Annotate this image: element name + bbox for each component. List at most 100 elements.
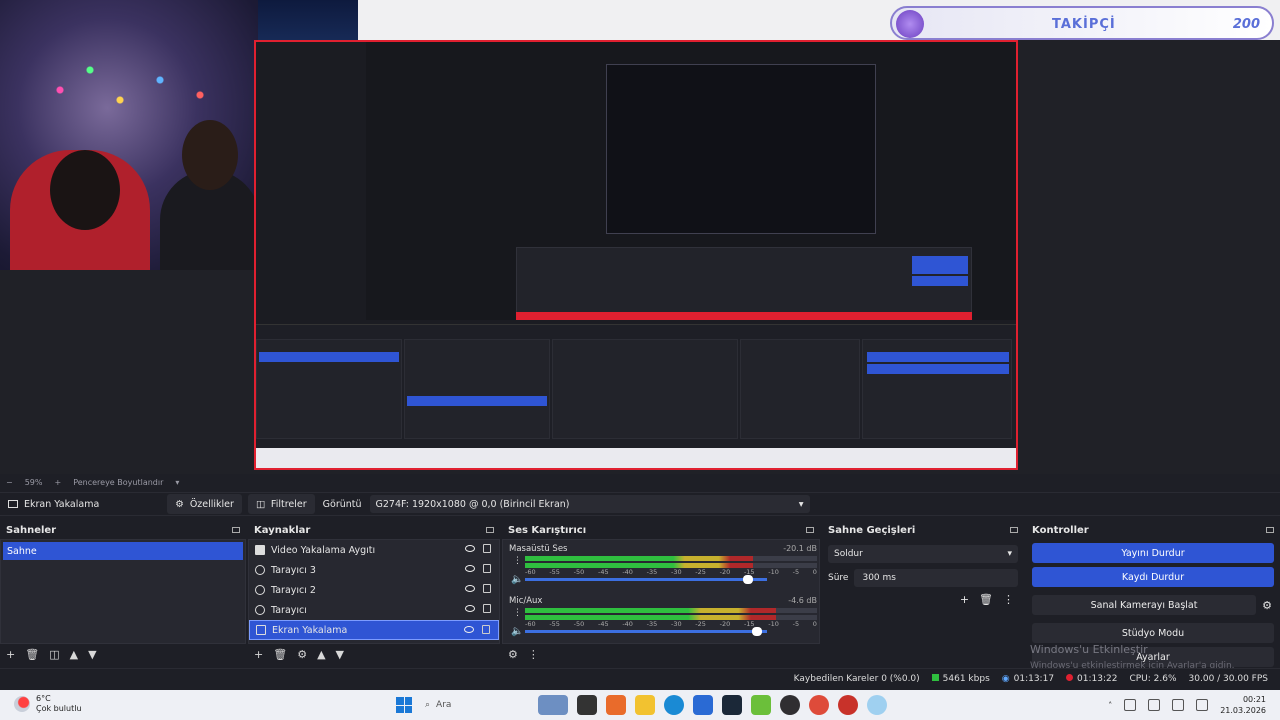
stop-stream-button[interactable]: Yayını Durdur xyxy=(1032,543,1274,563)
battery-icon[interactable] xyxy=(1196,699,1209,711)
recursive-taskbar xyxy=(256,448,1016,468)
store-app-icon[interactable] xyxy=(693,695,713,715)
taskbar-search[interactable]: ⌕ Ara xyxy=(421,694,529,716)
virtual-cam-button[interactable]: Sanal Kamerayı Başlat xyxy=(1032,595,1257,615)
trash-icon[interactable]: 🗑 xyxy=(979,593,993,606)
chevron-up-icon[interactable]: ˄ xyxy=(1108,701,1112,710)
weather-widget[interactable]: 6°C Çok bulutlu xyxy=(14,694,82,714)
more-icon[interactable]: ⋮ xyxy=(513,608,522,618)
source-item-screen-capture[interactable]: Ekran Yakalama xyxy=(249,620,499,640)
settings-app-icon[interactable] xyxy=(867,695,887,715)
meter-tick: 0 xyxy=(812,568,817,576)
terminal-app-icon[interactable] xyxy=(577,695,597,715)
speaker-icon[interactable]: 🔈 xyxy=(511,574,523,585)
lock-icon[interactable] xyxy=(483,584,491,593)
filters-button[interactable]: ◫ Filtreler xyxy=(247,494,315,514)
network-icon[interactable] xyxy=(1124,699,1137,711)
eye-icon[interactable] xyxy=(465,605,475,612)
arrow-up-icon[interactable]: ▲ xyxy=(317,648,325,661)
edge-app-icon[interactable] xyxy=(664,695,684,715)
eye-icon[interactable] xyxy=(464,626,474,633)
transitions-title: Sahne Geçişleri xyxy=(828,524,916,536)
lock-icon[interactable] xyxy=(483,604,491,613)
volume-icon[interactable] xyxy=(1172,699,1185,711)
filter-icon[interactable]: ◫ xyxy=(49,648,59,661)
trash-icon[interactable]: 🗑 xyxy=(25,648,39,661)
selected-source-frame[interactable] xyxy=(254,40,1018,470)
mixer-channel-mic: Mic/Aux -4.6 dB ⋮ -60 -55 -50 -45 -40 -35 -30-… xyxy=(507,596,817,644)
scene-item[interactable]: Sahne xyxy=(3,542,243,560)
meter-tick: -20 xyxy=(719,620,731,628)
transition-select[interactable]: Soldur ▾ xyxy=(828,545,1018,563)
weather-text: Çok bulutlu xyxy=(36,704,82,713)
studio-mode-button[interactable]: Stüdyo Modu xyxy=(1032,623,1274,643)
source-name: Ekran Yakalama xyxy=(0,494,107,514)
wifi-icon[interactable] xyxy=(1148,699,1161,711)
obs-app-icon[interactable] xyxy=(780,695,800,715)
globe-icon xyxy=(255,585,265,595)
meter-tick: -55 xyxy=(549,620,560,628)
meter-tick: -60 xyxy=(525,620,536,628)
meter-tick: -45 xyxy=(597,568,609,576)
add-icon[interactable]: + xyxy=(254,648,263,661)
undock-icon[interactable] xyxy=(486,527,494,533)
zoom-bar: − 59% + Pencereye Boyutlandır ▾ xyxy=(0,474,1280,490)
clock[interactable]: 00:21 21.03.2026 xyxy=(1220,694,1266,716)
widget-app-icon[interactable] xyxy=(538,695,568,715)
undock-icon[interactable] xyxy=(806,527,814,533)
eye-icon[interactable] xyxy=(465,565,475,572)
meter-tick: -30 xyxy=(670,568,682,576)
chevron-down-icon[interactable]: ▾ xyxy=(175,478,179,487)
more-icon[interactable]: ⋮ xyxy=(1003,593,1014,606)
copilot-app-icon[interactable] xyxy=(606,695,626,715)
chrome-app-icon[interactable] xyxy=(809,695,829,715)
app-icon[interactable] xyxy=(751,695,771,715)
arrow-down-icon[interactable]: ▼ xyxy=(88,648,96,661)
undock-icon[interactable] xyxy=(232,527,240,533)
meter-tick: -50 xyxy=(573,620,585,628)
volume-slider[interactable] xyxy=(525,627,767,636)
zoom-out-icon[interactable]: − xyxy=(6,478,13,487)
gear-icon[interactable]: ⚙ xyxy=(297,648,307,661)
lock-icon[interactable] xyxy=(483,544,491,553)
add-icon[interactable]: + xyxy=(960,593,969,606)
steam-app-icon[interactable] xyxy=(722,695,742,715)
more-icon[interactable]: ⋮ xyxy=(528,648,539,661)
preview-canvas[interactable]: TAKİPÇİ 200 xyxy=(0,0,1280,474)
add-icon[interactable]: + xyxy=(6,648,15,661)
globe-icon xyxy=(255,565,265,575)
gear-icon[interactable]: ⚙ xyxy=(508,648,518,661)
zoom-in-icon[interactable]: + xyxy=(54,478,61,487)
source-item-browser-2[interactable]: Tarayıcı 2 xyxy=(249,580,499,600)
display-select[interactable]: G274F: 1920x1080 @ 0,0 (Birincil Ekran) … xyxy=(369,495,810,513)
gear-icon[interactable]: ⚙ xyxy=(1262,599,1272,612)
channel-name: Mic/Aux xyxy=(509,596,543,606)
eye-icon[interactable] xyxy=(465,545,475,552)
volume-slider[interactable] xyxy=(525,575,767,584)
arrow-up-icon[interactable]: ▲ xyxy=(70,648,78,661)
camera-icon xyxy=(255,545,265,555)
lock-icon[interactable] xyxy=(483,564,491,573)
undock-icon[interactable] xyxy=(1010,527,1018,533)
stop-record-button[interactable]: Kaydı Durdur xyxy=(1032,567,1274,587)
source-item-video-capture[interactable]: Video Yakalama Aygıtı xyxy=(249,540,499,560)
meter-tick: -50 xyxy=(573,568,585,576)
eye-icon[interactable] xyxy=(465,585,475,592)
properties-button[interactable]: ⚙ Özellikler xyxy=(167,494,242,514)
source-item-browser-3[interactable]: Tarayıcı 3 xyxy=(249,560,499,580)
undock-icon[interactable] xyxy=(1266,527,1274,533)
lock-icon[interactable] xyxy=(482,625,490,634)
duration-input[interactable]: 300 ms xyxy=(854,569,1018,587)
chrome-app-icon[interactable] xyxy=(838,695,858,715)
source-item-browser[interactable]: Tarayıcı xyxy=(249,600,499,620)
arrow-down-icon[interactable]: ▼ xyxy=(336,648,344,661)
meter-tick: -5 xyxy=(792,568,800,576)
zoom-mode[interactable]: Pencereye Boyutlandır xyxy=(73,478,163,487)
folder-app-icon[interactable] xyxy=(635,695,655,715)
start-icon[interactable] xyxy=(396,697,412,713)
speaker-icon[interactable]: 🔈 xyxy=(511,626,523,637)
trash-icon[interactable]: 🗑 xyxy=(273,648,287,661)
monitor-icon xyxy=(8,500,18,508)
more-icon[interactable]: ⋮ xyxy=(513,556,522,566)
meter-tick: -40 xyxy=(622,620,633,628)
